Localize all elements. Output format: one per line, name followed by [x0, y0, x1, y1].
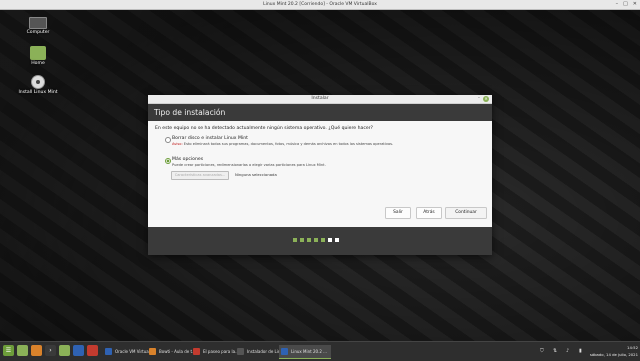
desktop-icon-label: Home	[31, 61, 45, 66]
installation-question: En este equipo no se ha detectado actual…	[155, 126, 373, 131]
progress-step-dot	[293, 238, 297, 242]
installer-content: En este equipo no se ha detectado actual…	[148, 121, 492, 223]
progress-step-dot	[307, 238, 311, 242]
firefox-icon[interactable]	[31, 345, 42, 356]
taskbar: ☰ › Oracle VM Virtua... Bowti - Aula de …	[0, 341, 640, 361]
terminal-icon[interactable]: ›	[45, 345, 56, 356]
taskbar-task-active[interactable]: Linux Mint 20.2 ...	[279, 345, 331, 359]
radio-more-options[interactable]	[165, 158, 171, 164]
installer-window-title: Instalar	[311, 96, 329, 101]
quit-button[interactable]: Salir	[385, 207, 411, 219]
vm-minimize-button[interactable]: –	[616, 1, 619, 8]
desktop-icon-install[interactable]: Install Linux Mint	[18, 75, 58, 95]
option-more-description: Puede crear particiones, redimensionarla…	[172, 163, 326, 167]
desktop-icon-computer[interactable]: Computer	[18, 17, 58, 35]
task-label: El paseo para la...	[203, 349, 239, 354]
option-more-label[interactable]: Más opciones	[172, 157, 203, 162]
desktop-icon-label: Install Linux Mint	[18, 90, 58, 95]
shield-icon[interactable]: ⛉	[540, 346, 544, 356]
clock[interactable]: 14:52 sábado, 14 de julio, 2021	[590, 344, 638, 358]
progress-steps	[293, 238, 339, 242]
virtualbox-icon[interactable]	[73, 345, 84, 356]
option-erase-warning: Aviso: Esto eliminará todos sus programa…	[172, 142, 393, 146]
warning-text: Esto eliminará todos sus programas, docu…	[182, 142, 394, 146]
advanced-features-status: Ninguna seleccionada	[235, 172, 277, 177]
task-app-icon	[193, 348, 200, 355]
volume-icon[interactable]: ♪	[566, 346, 569, 356]
desktop-icon-label: Computer	[26, 30, 50, 35]
continue-button[interactable]: Continuar	[445, 207, 487, 219]
network-icon[interactable]: ⇅	[553, 346, 557, 356]
task-label: Linux Mint 20.2 ...	[291, 349, 327, 354]
vm-close-button[interactable]: ✕	[633, 1, 637, 8]
folder-icon	[30, 46, 46, 60]
warning-prefix: Aviso:	[172, 142, 183, 146]
option-erase-label[interactable]: Borrar disco e instalar Linux Mint	[172, 136, 248, 141]
desktop-icon-home[interactable]: Home	[18, 46, 58, 66]
installer-window: Instalar – ✕ Tipo de instalación En este…	[148, 95, 492, 255]
files-icon[interactable]	[59, 345, 70, 356]
task-app-icon	[105, 348, 112, 355]
installer-close-button[interactable]: ✕	[483, 96, 489, 102]
installer-titlebar[interactable]: Instalar – ✕	[148, 95, 492, 104]
clock-time: 14:52	[627, 345, 638, 350]
vm-window-controls: – □ ✕	[616, 1, 637, 8]
progress-step-dot	[328, 238, 332, 242]
browser-icon[interactable]	[87, 345, 98, 356]
task-app-icon	[149, 348, 156, 355]
disc-icon	[31, 75, 45, 89]
vm-window-title: Linux Mint 20.2 [Corriendo] - Oracle VM …	[263, 2, 377, 7]
show-desktop-icon[interactable]	[17, 345, 28, 356]
page-title: Tipo de instalación	[154, 108, 226, 117]
radio-erase-disk[interactable]	[165, 137, 171, 143]
clock-date: sábado, 14 de julio, 2021	[589, 352, 638, 357]
progress-step-dot	[300, 238, 304, 242]
back-button[interactable]: Atrás	[416, 207, 442, 219]
computer-icon	[29, 17, 47, 29]
task-app-icon	[237, 348, 244, 355]
installer-minimize-button[interactable]: –	[478, 96, 480, 102]
progress-step-dot	[335, 238, 339, 242]
vm-titlebar: Linux Mint 20.2 [Corriendo] - Oracle VM …	[0, 0, 640, 10]
progress-step-dot	[321, 238, 325, 242]
installer-window-controls: – ✕	[478, 96, 489, 102]
installer-header: Tipo de instalación	[148, 104, 492, 121]
advanced-features-button[interactable]: Características avanzadas...	[171, 171, 229, 180]
progress-step-dot	[314, 238, 318, 242]
battery-icon[interactable]: ▮	[579, 346, 582, 356]
vm-maximize-button[interactable]: □	[623, 1, 628, 8]
task-app-icon	[281, 348, 288, 355]
installer-footer	[148, 227, 492, 255]
menu-icon[interactable]: ☰	[3, 345, 14, 356]
